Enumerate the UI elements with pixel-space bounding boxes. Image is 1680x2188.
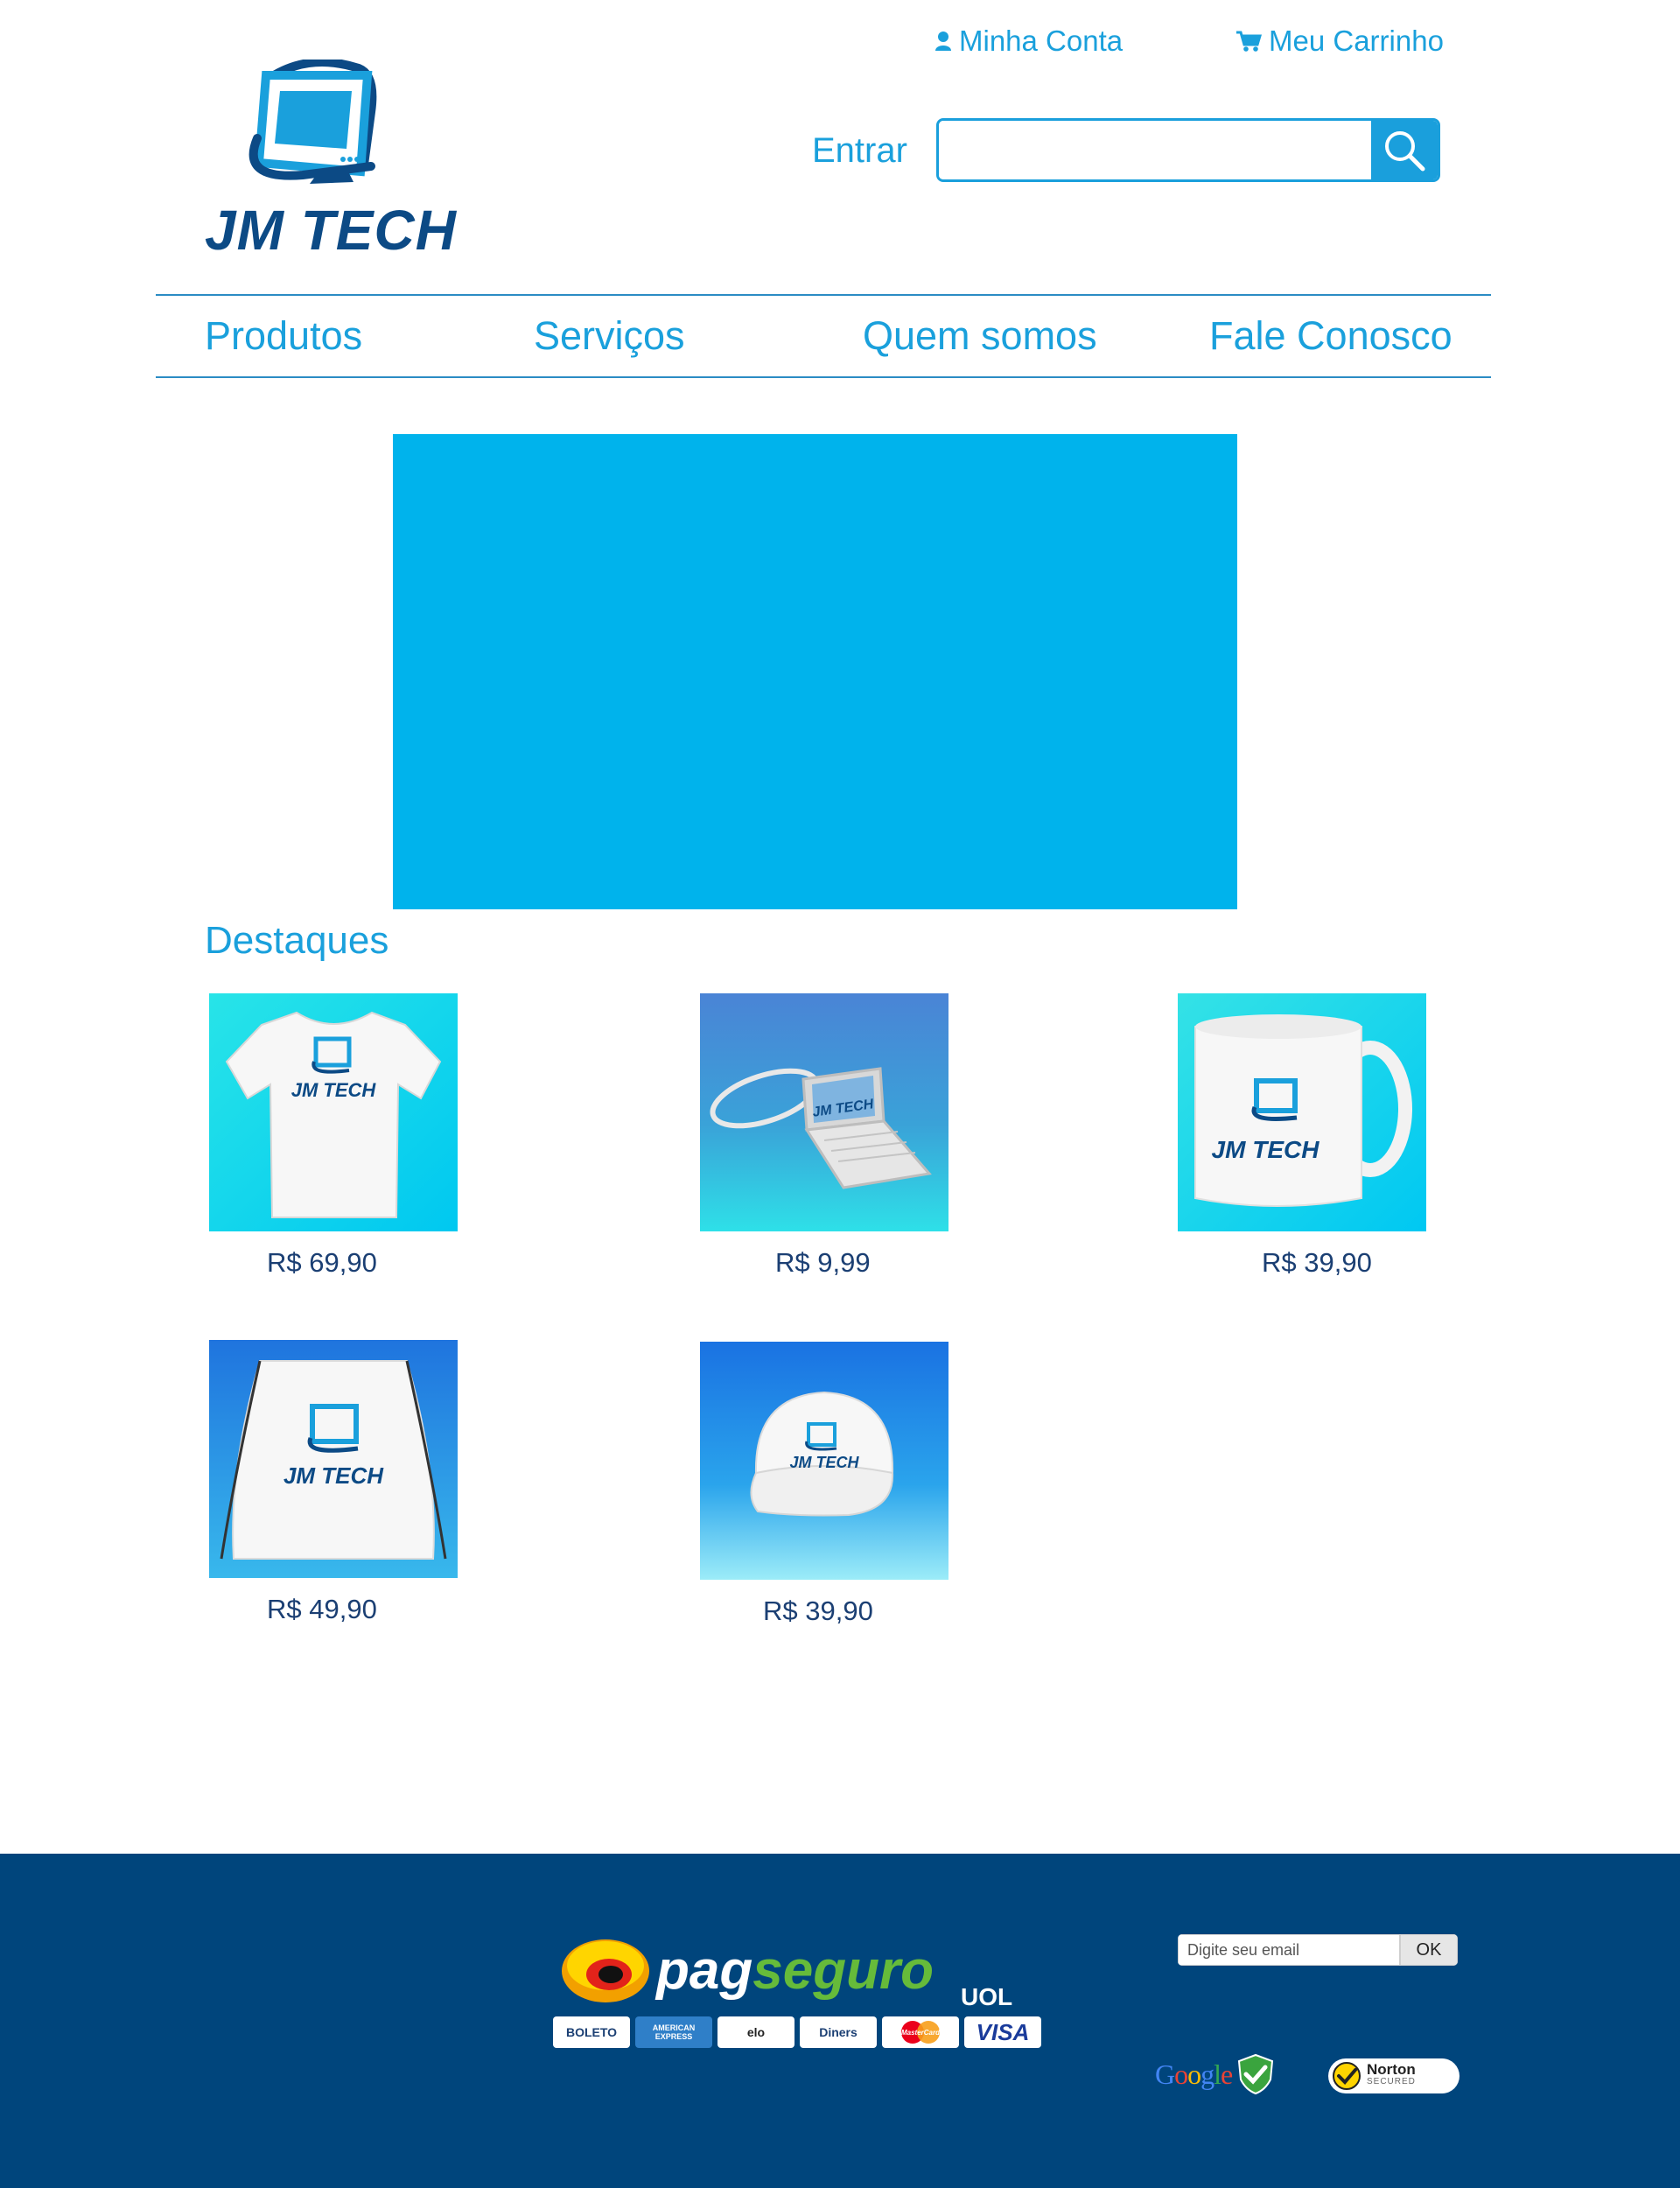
mastercard-card-icon: MasterCard <box>882 2016 959 2048</box>
google-letter: o <box>1174 2058 1188 2090</box>
norton-secured-badge[interactable]: Norton SECURED <box>1328 2058 1460 2093</box>
login-link[interactable]: Entrar <box>812 131 907 171</box>
newsletter-form: OK <box>1178 1934 1458 1966</box>
user-icon <box>935 32 951 51</box>
featured-title: Destaques <box>205 919 389 962</box>
shield-check-icon <box>1238 2053 1274 2095</box>
norton-subtitle: SECURED <box>1367 2077 1416 2086</box>
visa-card-icon: VISA <box>964 2016 1041 2048</box>
product-price[interactable]: R$ 39,90 <box>1262 1247 1372 1279</box>
my-cart-label: Meu Carrinho <box>1269 25 1444 57</box>
logo-text: JM TECH <box>205 199 457 262</box>
pagseguro-icon <box>562 1939 649 2002</box>
nav-item-servicos[interactable]: Serviços <box>534 313 685 359</box>
product-card: JM TECH R$ 69,90 <box>209 993 458 1278</box>
hero-banner[interactable] <box>393 434 1237 909</box>
norton-check-icon <box>1333 2062 1361 2090</box>
drawstring-bag-product-image[interactable]: JM TECH <box>209 1340 458 1578</box>
tshirt-product-image[interactable]: JM TECH <box>209 993 458 1231</box>
monitor-logo-icon <box>248 57 377 184</box>
pagseguro-brand-pag: pag <box>656 1940 753 2001</box>
keychain-product-image[interactable]: JM TECH <box>700 993 948 1231</box>
google-letters: Google <box>1155 2058 1233 2090</box>
mug-product-image[interactable]: JM TECH <box>1178 993 1426 1231</box>
google-safe-browsing-badge[interactable]: Google <box>1155 2053 1276 2095</box>
tshirt-logo-text: JM TECH <box>291 1079 377 1101</box>
mastercard-label: MasterCard <box>901 2029 941 2037</box>
norton-title: Norton <box>1367 2061 1416 2078</box>
top-links: Minha Conta Meu Carrinho <box>934 25 1444 63</box>
pagseguro-brand-uol: UOL <box>961 1983 1013 2010</box>
cart-icon <box>1236 31 1262 52</box>
google-letter: l <box>1214 2058 1222 2090</box>
mug-logo-text: JM TECH <box>1212 1136 1320 1163</box>
product-price[interactable]: R$ 39,90 <box>763 1595 873 1627</box>
product-card: JM TECH R$ 9,99 <box>700 993 948 1278</box>
newsletter-email-input[interactable] <box>1178 1934 1400 1966</box>
google-wordmark: Google <box>1155 2058 1233 2091</box>
elo-card-icon: elo <box>718 2016 794 2048</box>
search-bar <box>936 118 1440 182</box>
pagseguro-logo[interactable]: pagseguro UOL <box>560 1932 1032 2013</box>
search-input[interactable] <box>939 121 1371 179</box>
google-letter: o <box>1187 2058 1201 2090</box>
search-button[interactable] <box>1371 121 1438 179</box>
google-letter: e <box>1221 2058 1233 2090</box>
newsletter-submit-button[interactable]: OK <box>1400 1934 1458 1966</box>
nav-item-quem-somos[interactable]: Quem somos <box>863 313 1097 359</box>
product-price[interactable]: R$ 9,99 <box>775 1247 871 1279</box>
pagseguro-brand-seguro: seguro <box>752 1940 934 2001</box>
my-cart-link[interactable]: Meu Carrinho <box>1236 25 1444 58</box>
product-card: JM TECH R$ 49,90 <box>209 1340 458 1624</box>
amex-card-icon: AMERICAN EXPRESS <box>635 2016 712 2048</box>
site-logo[interactable]: JM TECH <box>205 57 456 262</box>
main-nav: Produtos Serviços Quem somos Fale Conosc… <box>156 294 1491 378</box>
cap-product-image[interactable]: JM TECH <box>700 1342 948 1580</box>
product-card: JM TECH R$ 39,90 <box>1178 993 1426 1278</box>
diners-card-icon: Diners <box>800 2016 877 2048</box>
norton-label: Norton SECURED <box>1367 2061 1416 2088</box>
google-letter: G <box>1155 2058 1175 2090</box>
boleto-card-icon: BOLETO <box>553 2016 630 2048</box>
my-account-link[interactable]: Minha Conta <box>934 25 1123 58</box>
search-icon <box>1385 130 1425 171</box>
footer: pagseguro UOL BOLETO AMERICAN EXPRESS el… <box>0 1854 1680 2188</box>
payment-methods: BOLETO AMERICAN EXPRESS elo Diners Maste… <box>553 2016 1041 2048</box>
pagseguro-wordmark: pagseguro <box>656 1939 934 2002</box>
product-price[interactable]: R$ 69,90 <box>267 1247 377 1279</box>
bag-logo-text: JM TECH <box>284 1462 384 1489</box>
cap-logo-text: JM TECH <box>789 1454 859 1471</box>
nav-item-produtos[interactable]: Produtos <box>205 313 362 359</box>
google-letter: g <box>1200 2058 1214 2090</box>
mastercard-icon: MasterCard <box>901 2021 941 2044</box>
product-card: JM TECH R$ 39,90 <box>700 1342 948 1626</box>
product-price[interactable]: R$ 49,90 <box>267 1594 377 1625</box>
my-account-label: Minha Conta <box>959 25 1124 57</box>
nav-item-fale-conosco[interactable]: Fale Conosco <box>1209 313 1452 359</box>
